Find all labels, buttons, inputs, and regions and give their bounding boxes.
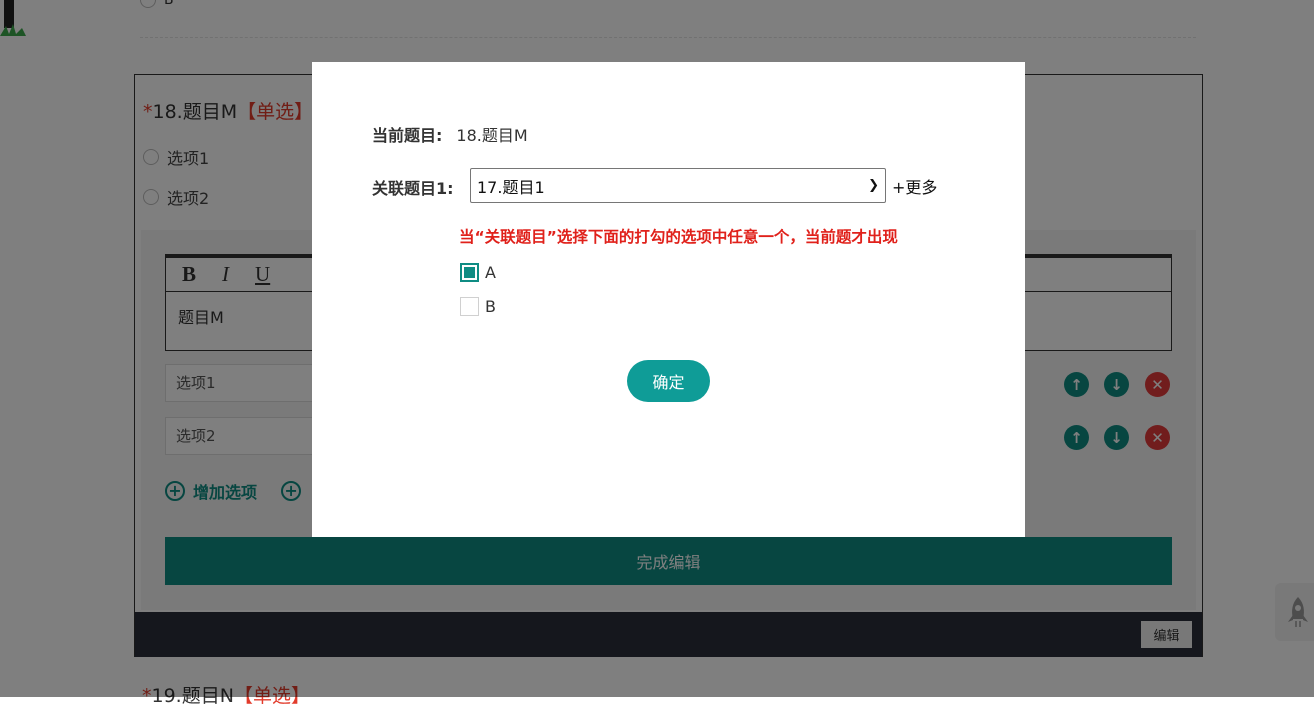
current-question-value: 18.题目M: [456, 126, 528, 145]
choice-a[interactable]: A: [460, 263, 496, 282]
related-question-selected: 17.题目1: [477, 177, 545, 197]
related-question-row: 关联题目1:: [372, 175, 454, 199]
choice-label: B: [485, 297, 496, 316]
relation-hint: 当“关联题目”选择下面的打勾的选项中任意一个，当前题才出现: [459, 228, 898, 246]
chevron-down-icon: ❯: [868, 178, 879, 193]
checkbox-icon[interactable]: [460, 297, 479, 316]
checkbox-checked-icon[interactable]: [460, 263, 479, 282]
confirm-button[interactable]: 确定: [627, 360, 710, 402]
choice-label: A: [485, 263, 496, 282]
relation-modal: 当前题目: 18.题目M 关联题目1: 17.题目1 ❯ +更多 当“关联题目”…: [312, 62, 1025, 537]
choice-b[interactable]: B: [460, 297, 496, 316]
current-question-row: 当前题目: 18.题目M: [372, 122, 528, 146]
more-link[interactable]: +更多: [892, 174, 937, 198]
current-question-label: 当前题目:: [372, 126, 443, 145]
related-question-select[interactable]: 17.题目1 ❯: [470, 168, 886, 203]
related-question-label: 关联题目1:: [372, 179, 454, 198]
